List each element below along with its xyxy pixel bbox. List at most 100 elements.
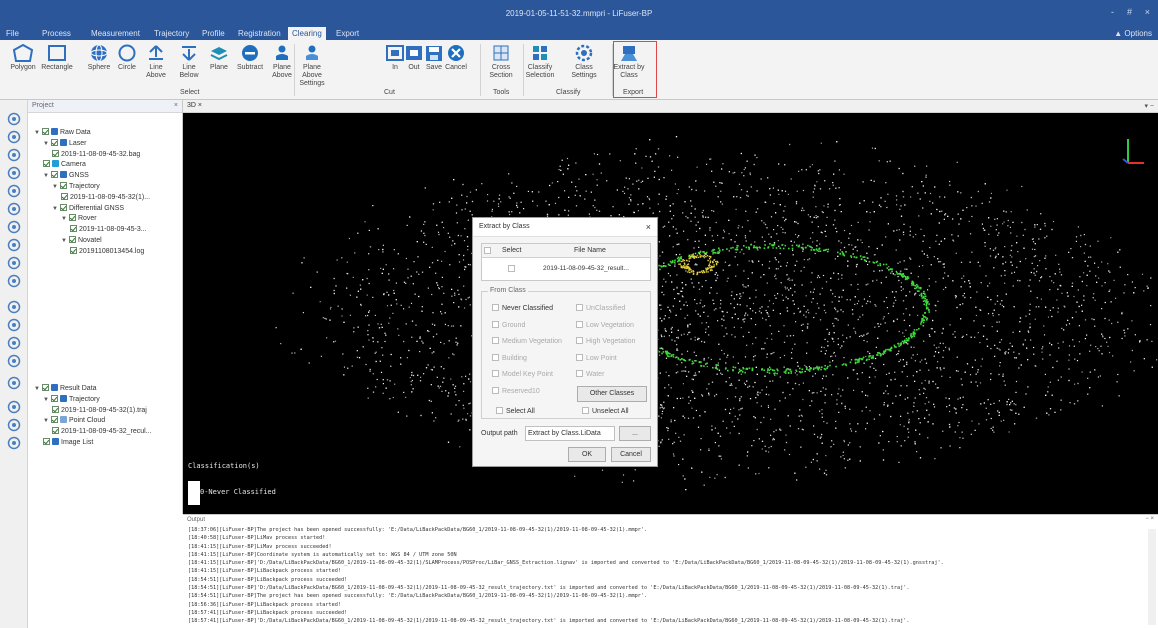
toolstrip-13-icon[interactable] — [7, 336, 21, 350]
class-option[interactable]: Reserved10 — [492, 386, 540, 395]
tree-item[interactable]: ▼ GNSS — [43, 171, 89, 179]
row-checkbox[interactable] — [508, 265, 515, 272]
dialog-close-icon[interactable]: × — [646, 222, 651, 232]
menu-profile[interactable]: Profile — [202, 29, 225, 38]
other-classes-button[interactable]: Other Classes — [577, 386, 647, 402]
ribbon-cross-button[interactable]: Cross Section — [482, 44, 520, 80]
class-checkbox[interactable] — [492, 386, 499, 394]
browse-button[interactable]: ... — [619, 426, 651, 441]
menu-measurement[interactable]: Measurement — [91, 29, 140, 38]
view-menu-icon[interactable]: ▾ − — [1144, 102, 1154, 110]
expand-icon[interactable]: ▼ — [43, 418, 49, 424]
menu-export[interactable]: Export — [336, 29, 359, 38]
tab-3d[interactable]: 3D × — [187, 102, 202, 109]
menu-registration[interactable]: Registration — [238, 29, 281, 38]
project-close-icon[interactable]: × — [174, 102, 178, 109]
class-checkbox[interactable] — [576, 304, 583, 311]
tree-checkbox[interactable] — [43, 160, 50, 168]
class-option[interactable]: UnClassified — [576, 304, 625, 312]
class-option[interactable]: Water — [576, 370, 604, 378]
class-option[interactable]: High Vegetation — [576, 337, 635, 345]
expand-icon[interactable]: ▼ — [61, 238, 67, 244]
class-checkbox[interactable] — [492, 320, 499, 328]
class-option[interactable]: Building — [492, 353, 527, 362]
class-checkbox[interactable] — [492, 337, 499, 344]
select-all-option[interactable]: Select All — [496, 407, 535, 415]
tree-checkbox[interactable] — [68, 236, 76, 243]
options-button[interactable]: ▲ Options — [1114, 29, 1152, 38]
tree-item[interactable]: 2019-11-08-09-45-32_recul... — [52, 427, 152, 435]
class-checkbox[interactable] — [576, 320, 583, 328]
tree-checkbox[interactable] — [59, 203, 67, 211]
tree-item[interactable]: ▼ Rover — [61, 214, 97, 222]
expand-icon[interactable]: ▼ — [43, 397, 49, 403]
toolstrip-11-icon[interactable] — [7, 300, 21, 314]
expand-icon[interactable]: ▼ — [43, 141, 49, 147]
tree-checkbox[interactable] — [59, 182, 67, 189]
tree-item[interactable]: Image List — [43, 438, 93, 446]
class-checkbox[interactable] — [576, 337, 583, 344]
tree-item[interactable]: ▼ Point Cloud — [43, 416, 105, 424]
ok-button[interactable]: OK — [568, 447, 606, 462]
class-option[interactable]: Low Vegetation — [576, 320, 634, 329]
expand-icon[interactable]: ▼ — [34, 130, 40, 136]
tree-checkbox[interactable] — [41, 128, 49, 135]
output-path-input[interactable]: Extract by Class.LiData — [525, 426, 615, 441]
ribbon-classify-button[interactable]: Classify Selection — [521, 44, 559, 80]
class-checkbox[interactable] — [576, 353, 583, 361]
tree-item[interactable]: 2019-11-08-09-45-3... — [70, 225, 147, 233]
tree-item[interactable]: ▼ Result Data — [34, 384, 97, 392]
class-option[interactable]: Never Classified — [492, 304, 553, 312]
tree-item[interactable]: 2019-11-08-09-45-32.bag — [52, 149, 140, 158]
tree-checkbox[interactable] — [52, 149, 59, 157]
tree-checkbox[interactable] — [52, 405, 59, 413]
minimize-button[interactable]: - — [1111, 7, 1114, 17]
toolstrip-4-icon[interactable] — [7, 166, 21, 180]
expand-icon[interactable]: ▼ — [52, 184, 58, 190]
ribbon-plane-above-set-button[interactable]: Plane Above Settings — [293, 44, 331, 88]
toolstrip-12-icon[interactable] — [7, 318, 21, 332]
toolstrip-1-icon[interactable] — [7, 112, 21, 126]
tree-checkbox[interactable] — [52, 427, 59, 435]
toolstrip-17-icon[interactable] — [7, 418, 21, 432]
toolstrip-10-icon[interactable] — [7, 274, 21, 288]
tree-item[interactable]: 2019-11-08-09-45-32(1).traj — [52, 405, 147, 414]
tree-checkbox[interactable] — [50, 138, 58, 146]
class-option[interactable]: Medium Vegetation — [492, 337, 562, 345]
toolstrip-8-icon[interactable] — [7, 238, 21, 252]
class-option[interactable]: Low Point — [576, 353, 617, 362]
menu-file[interactable]: File — [6, 29, 19, 38]
tree-item[interactable]: ▼ Trajectory — [52, 182, 100, 190]
cancel-button[interactable]: Cancel — [611, 447, 651, 462]
tree-checkbox[interactable] — [70, 246, 77, 254]
toolstrip-16-icon[interactable] — [7, 400, 21, 414]
ribbon-polygon-button[interactable]: Polygon — [4, 43, 42, 72]
menu-process[interactable]: Process — [42, 29, 71, 38]
tree-checkbox[interactable] — [50, 394, 58, 402]
tree-item[interactable]: 20191108013454.log — [70, 246, 144, 255]
class-checkbox[interactable] — [492, 370, 499, 377]
class-option[interactable]: Model Key Point — [492, 370, 553, 378]
toolstrip-9-icon[interactable] — [7, 256, 21, 270]
class-option[interactable]: Ground — [492, 320, 525, 329]
tree-checkbox[interactable] — [68, 214, 76, 222]
toolstrip-3-icon[interactable] — [7, 148, 21, 162]
output-pin-icon[interactable]: − × — [1145, 516, 1154, 522]
tree-checkbox[interactable] — [50, 416, 58, 424]
tree-item[interactable]: Camera — [43, 160, 86, 168]
toolstrip-2-icon[interactable] — [7, 130, 21, 144]
tree-checkbox[interactable] — [61, 192, 68, 200]
ribbon-rect-button[interactable]: Rectangle — [38, 44, 76, 72]
unselect-all-radio[interactable] — [582, 407, 589, 414]
toolstrip-18-icon[interactable] — [7, 436, 21, 450]
tree-checkbox[interactable] — [43, 438, 50, 445]
tree-item[interactable]: ▼ Differential GNSS — [52, 203, 124, 212]
menu-clearing[interactable]: Clearing — [288, 27, 326, 40]
expand-icon[interactable]: ▼ — [34, 386, 40, 392]
table-row[interactable]: 2019-11-08-09-45-32_result... — [482, 258, 650, 280]
tree-item[interactable]: ▼ Raw Data — [34, 128, 91, 136]
ribbon-settings-button[interactable]: Class Settings — [565, 44, 603, 80]
class-checkbox[interactable] — [492, 353, 499, 361]
tree-item[interactable]: 2019-11-08-09-45-32(1)... — [61, 192, 150, 201]
toolstrip-5-icon[interactable] — [7, 184, 21, 198]
